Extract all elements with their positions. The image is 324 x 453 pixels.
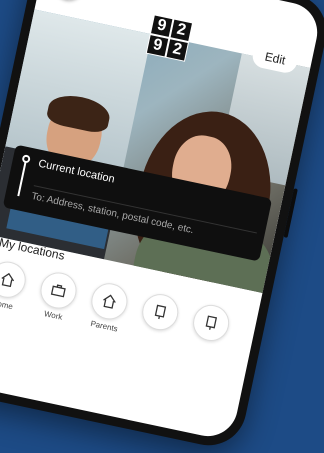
home-icon [0, 258, 30, 302]
side-button [283, 188, 298, 238]
signal-icon [225, 8, 239, 21]
home-icon [88, 279, 131, 323]
location-item[interactable] [185, 301, 234, 356]
location-home[interactable]: Home [0, 258, 31, 313]
location-label: Work [43, 309, 64, 322]
origin-dot-icon [21, 154, 31, 164]
pin-icon [138, 290, 182, 334]
app-logo: 9 2 9 2 [145, 14, 194, 62]
status-time: 09:29 [271, 17, 302, 35]
pin-icon [189, 301, 233, 345]
location-label: Parents [89, 318, 119, 334]
phone-screen: 09:29 9 2 9 2 Edit Current location To: … [0, 0, 323, 442]
location-item[interactable] [134, 290, 183, 345]
location-parents[interactable]: Parents [84, 279, 133, 335]
logo-digit: 9 [146, 35, 169, 57]
logo-digit: 2 [166, 39, 188, 61]
location-work[interactable]: Work [33, 269, 82, 324]
logo-digit: 9 [151, 15, 173, 37]
logo-digit: 2 [170, 19, 192, 42]
location-label: Home [0, 298, 14, 312]
route-line [17, 158, 28, 197]
status-bar: 09:29 [225, 7, 302, 35]
phone-frame: 09:29 9 2 9 2 Edit Current location To: … [0, 0, 324, 453]
wifi-icon [242, 12, 257, 24]
battery-icon [260, 15, 269, 27]
briefcase-icon [37, 269, 80, 312]
menu-button[interactable] [51, 0, 88, 3]
